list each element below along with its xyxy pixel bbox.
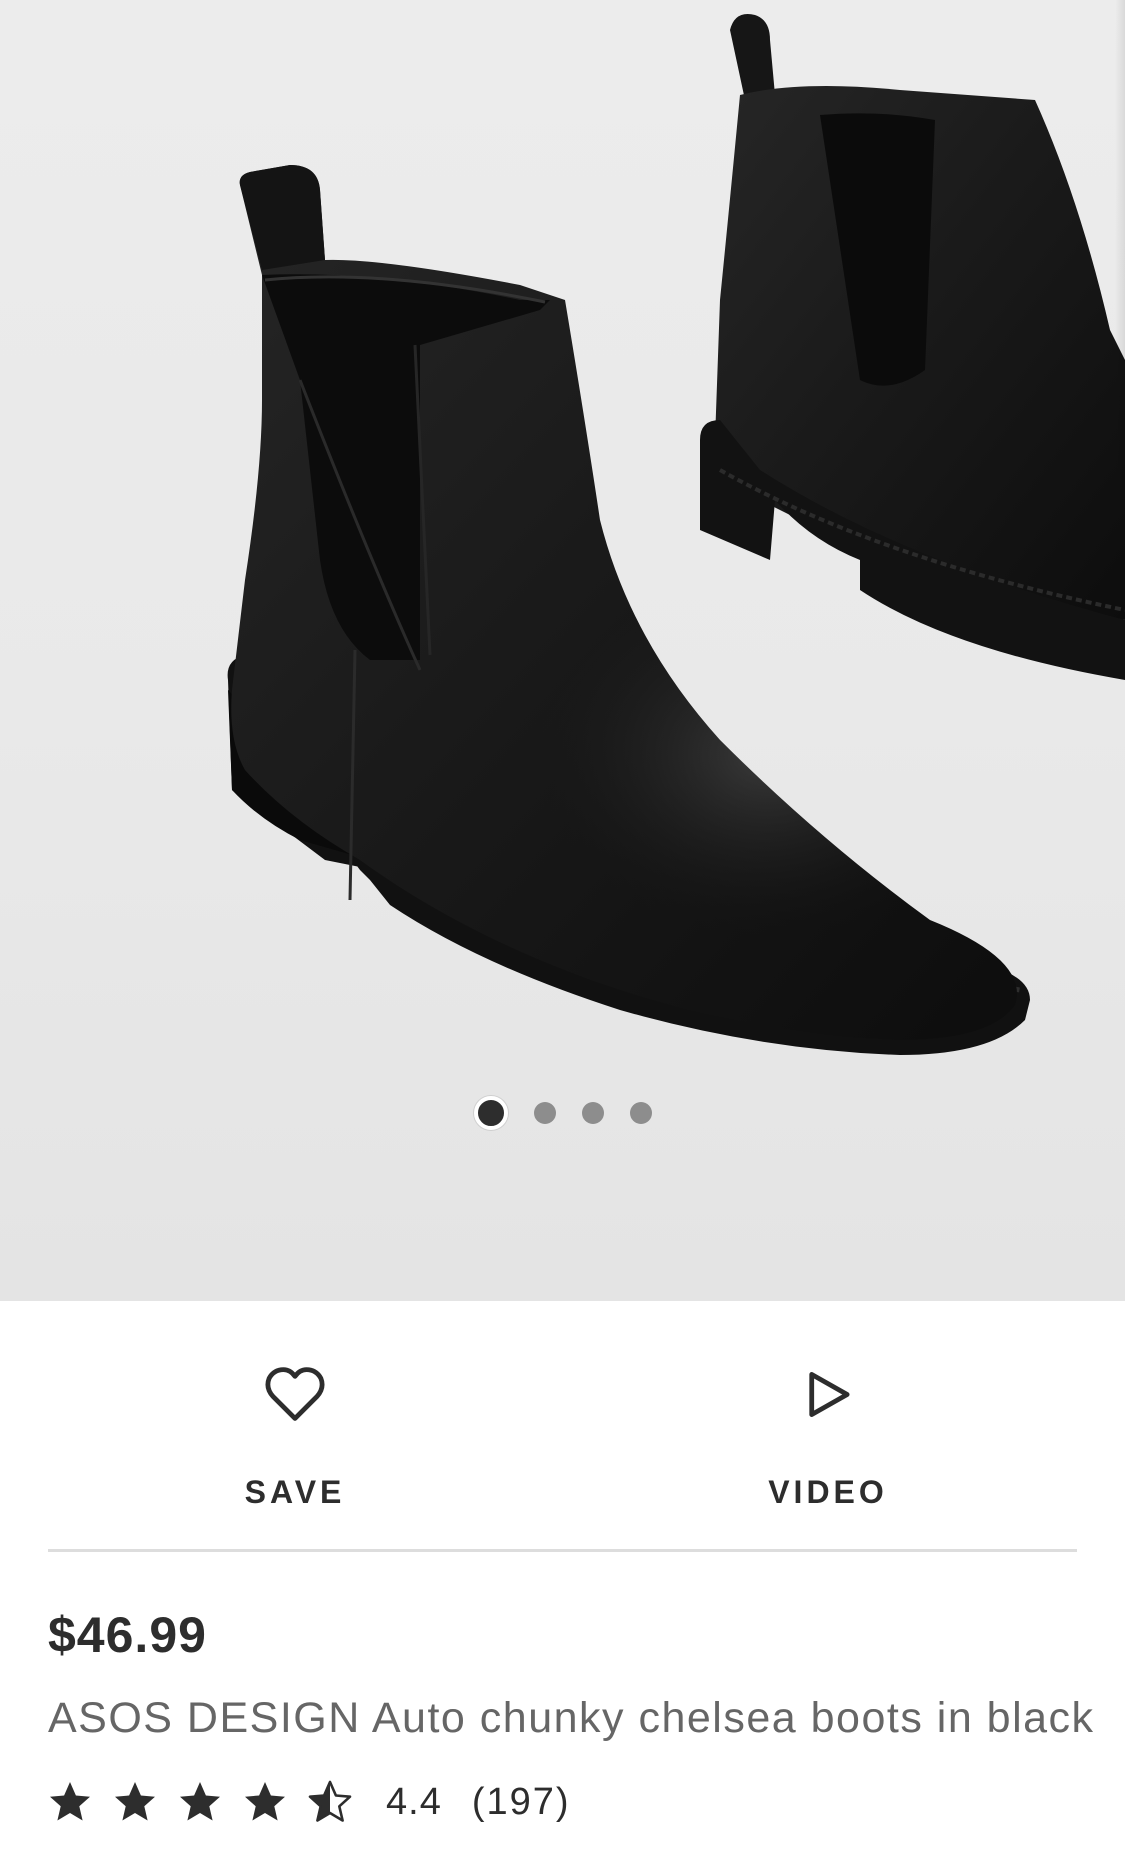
- rating-summary[interactable]: 4.4 (197): [48, 1778, 571, 1826]
- star-full-icon: [245, 1782, 285, 1821]
- heart-icon: [265, 1367, 325, 1421]
- scroll-indicator: [1115, 0, 1125, 500]
- pagination-dot-1[interactable]: [473, 1096, 508, 1130]
- star-half-icon: [308, 1780, 352, 1822]
- star-full-icon: [115, 1782, 155, 1821]
- save-label: SAVE: [244, 1474, 346, 1510]
- divider: [48, 1549, 1077, 1552]
- rating-stars: [48, 1780, 352, 1824]
- star-full-icon: [50, 1782, 90, 1821]
- pagination-dot-3[interactable]: [581, 1102, 604, 1124]
- product-title: ASOS DESIGN Auto chunky chelsea boots in…: [48, 1694, 1095, 1742]
- action-row: SAVE VIDEO: [0, 1301, 1125, 1551]
- rating-value: 4.4: [386, 1780, 442, 1823]
- star-full-icon: [180, 1782, 220, 1821]
- product-image-carousel[interactable]: [0, 0, 1125, 1301]
- review-count[interactable]: (197): [472, 1781, 571, 1824]
- video-button[interactable]: VIDEO: [678, 1361, 978, 1511]
- video-label: VIDEO: [768, 1474, 888, 1510]
- pagination-dot-4[interactable]: [629, 1102, 652, 1124]
- save-button[interactable]: SAVE: [145, 1361, 445, 1511]
- carousel-pagination[interactable]: [0, 1096, 1125, 1130]
- pagination-dot-2[interactable]: [533, 1102, 556, 1124]
- play-icon: [809, 1372, 850, 1417]
- product-price: $46.99: [48, 1607, 207, 1663]
